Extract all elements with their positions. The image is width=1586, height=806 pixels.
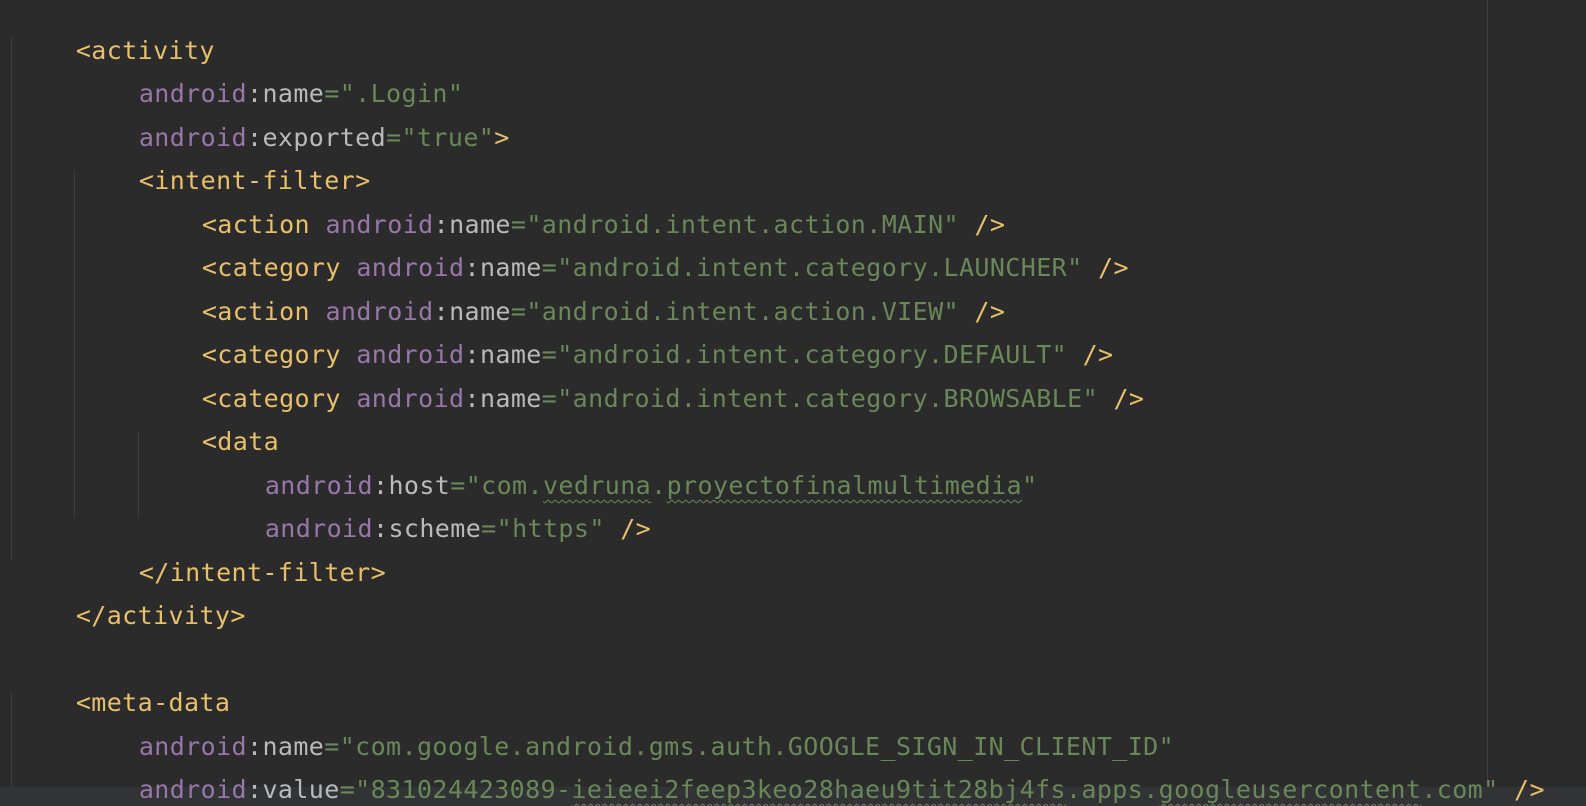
- xml-namespace: android: [356, 384, 465, 413]
- xml-attribute: name: [479, 384, 542, 413]
- quote: ": [496, 514, 513, 543]
- xml-equals: =: [339, 775, 356, 804]
- xml-self-close: />: [1098, 384, 1145, 413]
- xml-colon: :: [464, 384, 480, 413]
- xml-value: 831024423089-: [370, 775, 572, 804]
- xml-value: .apps.: [1065, 775, 1159, 804]
- spellcheck-warning[interactable]: googleusercontent: [1159, 775, 1422, 804]
- xml-equals: =: [481, 514, 497, 543]
- code-line[interactable]: android:exported="true">: [0, 90, 510, 152]
- xml-equals: =: [386, 123, 402, 152]
- quote: ": [1483, 775, 1499, 804]
- quote: ": [401, 123, 417, 152]
- xml-value: https: [512, 514, 590, 543]
- code-line[interactable]: android:value="831024423089-ieieei2feep3…: [0, 742, 1545, 804]
- spellcheck-warning[interactable]: ieieei2feep3keo28haeu9tit28bj4fs: [571, 775, 1065, 804]
- xml-equals: =: [541, 384, 558, 413]
- code-line[interactable]: android:name=".Login": [0, 46, 463, 108]
- quote: ": [478, 123, 495, 152]
- code-line[interactable]: android:name="com.google.android.gms.aut…: [0, 699, 1174, 761]
- quote: ": [557, 384, 573, 413]
- xml-value: android.intent.category.BROWSABLE: [572, 384, 1083, 413]
- xml-value: true: [416, 123, 479, 152]
- xml-self-close: />: [1082, 253, 1129, 282]
- quote: ": [1021, 471, 1038, 500]
- xml-namespace: android: [138, 775, 247, 804]
- spellcheck-warning[interactable]: proyectofinalmultimedia: [667, 471, 1022, 500]
- code-line[interactable]: <meta-data: [0, 655, 230, 717]
- code-line[interactable]: <action android:name="android.intent.act…: [0, 177, 1005, 239]
- code-line[interactable]: <action android:name="android.intent.act…: [0, 264, 1005, 326]
- xml-value: .com: [1421, 775, 1484, 804]
- code-line[interactable]: <data: [0, 394, 279, 456]
- xml-tag-end: >: [494, 123, 510, 152]
- xml-attribute: value: [262, 775, 340, 804]
- xml-self-close: />: [604, 514, 652, 543]
- code-line[interactable]: <category android:name="android.intent.c…: [0, 351, 1144, 413]
- quote: ": [1067, 253, 1083, 282]
- code-line[interactable]: android:host="com.vedruna.proyectofinalm…: [0, 438, 1037, 500]
- right-margin-guide: [1487, 0, 1488, 806]
- xml-value: .: [651, 471, 667, 500]
- xml-tag: </activity>: [75, 601, 246, 630]
- code-line[interactable]: android:scheme="https" />: [0, 481, 651, 543]
- xml-self-close: />: [1498, 775, 1545, 804]
- quote: ": [1082, 384, 1099, 413]
- quote: ": [589, 514, 605, 543]
- code-line[interactable]: </activity>: [0, 568, 246, 630]
- xml-colon: :: [246, 775, 263, 804]
- code-line[interactable]: </intent-filter>: [0, 525, 386, 587]
- quote: ": [355, 775, 371, 804]
- code-line[interactable]: <category android:name="android.intent.c…: [0, 220, 1129, 282]
- code-line[interactable]: <activity: [0, 3, 215, 65]
- code-line[interactable]: <category android:name="android.intent.c…: [0, 307, 1113, 369]
- xml-attribute: scheme: [388, 514, 482, 543]
- code-line[interactable]: <intent-filter>: [0, 133, 371, 195]
- code-editor[interactable]: <activity android:name=".Login" android:…: [0, 0, 1586, 806]
